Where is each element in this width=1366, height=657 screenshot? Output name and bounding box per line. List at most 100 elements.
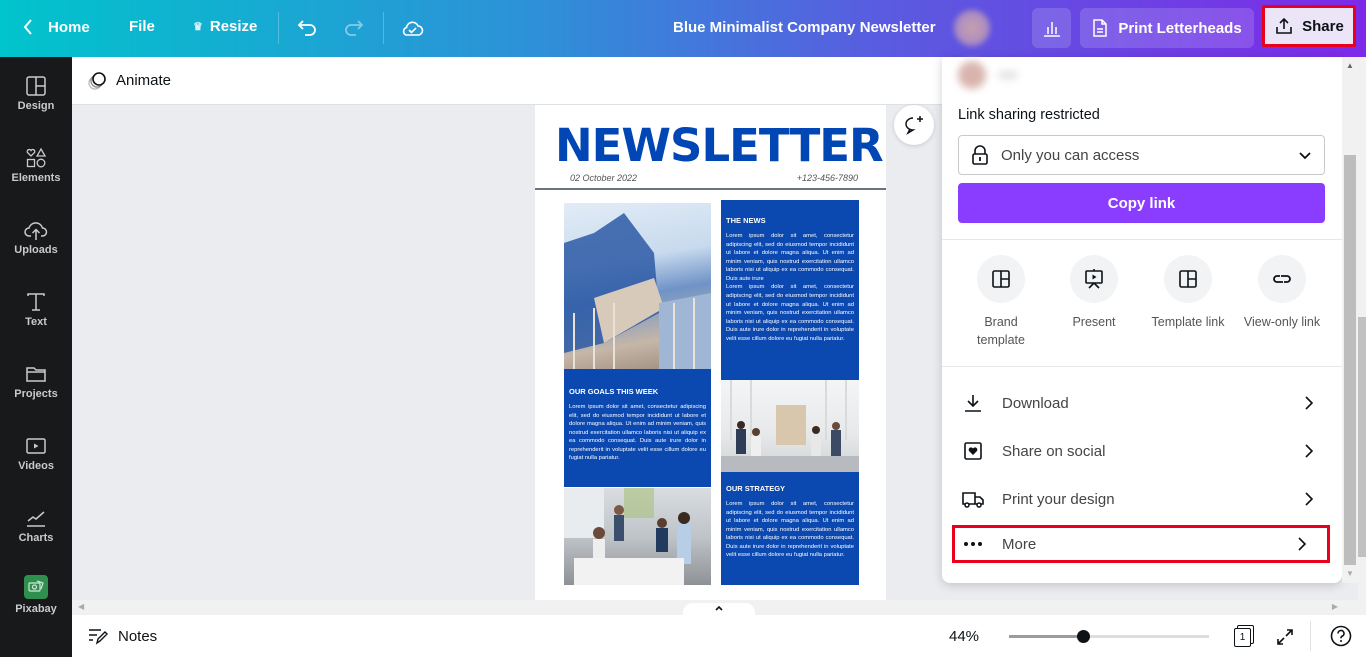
sidebar-item-elements[interactable]: Elements — [0, 147, 72, 184]
top-bar: Home File ♛ Resize Blue Minimalist Compa… — [0, 0, 1366, 57]
shapes-icon — [26, 147, 47, 168]
option-label: View-only link — [1243, 315, 1321, 329]
access-dropdown[interactable]: Only you can access — [958, 135, 1325, 175]
zoom-percentage[interactable]: 44% — [949, 628, 979, 645]
newsletter-date[interactable]: 02 October 2022 — [570, 173, 637, 183]
view-only-link-option[interactable]: View-only link — [1235, 255, 1329, 331]
option-label: Template link — [1151, 315, 1225, 329]
newsletter-title[interactable]: NEWSLETTER — [555, 119, 884, 172]
scroll-right-arrow[interactable]: ▶ — [1332, 602, 1338, 611]
sidebar-item-label: Text — [25, 316, 47, 328]
newsletter-phone[interactable]: +123-456-7890 — [797, 173, 858, 183]
news-text-1: Lorem ipsum dolor sit amet, consectetur … — [726, 233, 854, 282]
news-section[interactable]: THE NEWS Lorem ipsum dolor sit amet, con… — [721, 200, 859, 380]
text-icon — [27, 293, 45, 311]
document-title[interactable]: Blue Minimalist Company Newsletter — [673, 19, 936, 36]
sidebar-item-uploads[interactable]: Uploads — [0, 219, 72, 256]
sidebar-item-charts[interactable]: Charts — [0, 507, 72, 544]
brand-template-option[interactable]: Brand template — [954, 255, 1048, 349]
option-label: Present — [1072, 315, 1116, 329]
scroll-down-arrow[interactable]: ▼ — [1346, 569, 1354, 578]
chevron-down-icon — [1299, 152, 1311, 160]
header-rule — [535, 188, 886, 190]
bar-chart-icon — [1043, 22, 1060, 37]
print-letterheads-button[interactable]: Print Letterheads — [1080, 8, 1254, 48]
share-button[interactable]: Share — [1262, 5, 1356, 47]
share-on-social-row[interactable]: Share on social — [958, 429, 1328, 473]
meeting-photo[interactable] — [564, 488, 711, 585]
download-icon — [965, 395, 981, 412]
present-option[interactable]: Present — [1047, 255, 1141, 331]
animate-button[interactable]: Animate — [86, 70, 171, 92]
editor-toolbar: Animate — [72, 57, 942, 105]
sidebar-item-projects[interactable]: Projects — [0, 363, 72, 400]
divider — [383, 12, 384, 44]
comment-plus-icon — [905, 116, 923, 135]
chart-line-icon — [27, 511, 45, 527]
redo-icon[interactable] — [343, 17, 365, 39]
layout-icon — [1179, 270, 1197, 288]
crown-icon: ♛ — [193, 21, 203, 33]
sidebar-item-label: Pixabay — [15, 603, 57, 615]
cloud-upload-icon — [24, 222, 48, 240]
share-label: Share — [1302, 17, 1344, 35]
sidebar-item-design[interactable]: Design — [0, 75, 72, 112]
scroll-up-arrow[interactable]: ▲ — [1346, 61, 1354, 70]
link-icon — [1273, 275, 1291, 283]
heart-box-icon — [964, 442, 982, 460]
sidebar-item-text[interactable]: Text — [0, 291, 72, 328]
sidebar-item-label: Elements — [11, 172, 61, 184]
download-row[interactable]: Download — [958, 381, 1328, 425]
row-label: Share on social — [1002, 442, 1106, 460]
presentation-icon — [1085, 269, 1103, 289]
design-page[interactable]: NEWSLETTER 02 October 2022 +123-456-7890… — [535, 105, 886, 600]
insights-button[interactable] — [1032, 8, 1071, 48]
file-menu[interactable]: File — [129, 18, 155, 35]
layout-icon — [26, 76, 46, 96]
zoom-slider[interactable] — [1009, 630, 1209, 643]
copy-link-button[interactable]: Copy link — [958, 183, 1325, 223]
canvas-scrollbar[interactable] — [1358, 57, 1366, 600]
zoom-slider-thumb[interactable] — [1077, 630, 1090, 643]
scroll-left-arrow[interactable]: ◀ — [78, 602, 84, 611]
sidebar-item-pixabay[interactable]: Pixabay — [0, 575, 72, 615]
news-text-2: Lorem ipsum dolor sit amet, consectetur … — [726, 284, 854, 342]
fullscreen-icon[interactable] — [1275, 627, 1295, 647]
home-button[interactable]: Home — [22, 18, 90, 36]
office-photo[interactable] — [721, 380, 859, 472]
cloud-saved-icon[interactable] — [400, 16, 424, 40]
share-panel: Link sharing restricted Only you can acc… — [942, 57, 1342, 583]
help-icon[interactable] — [1330, 625, 1352, 647]
sidebar-item-videos[interactable]: Videos — [0, 435, 72, 472]
option-label: Brand template — [977, 315, 1025, 348]
undo-icon[interactable] — [296, 17, 318, 39]
home-label: Home — [48, 18, 90, 36]
panel-scrollbar[interactable]: ▲ ▼ — [1342, 57, 1358, 583]
divider — [278, 12, 279, 44]
notes-button[interactable]: Notes — [88, 627, 157, 645]
avatar[interactable] — [954, 10, 990, 46]
more-row[interactable]: More — [952, 525, 1330, 563]
chevron-right-icon — [1305, 492, 1314, 506]
print-letterheads-label: Print Letterheads — [1118, 19, 1242, 37]
goals-section[interactable]: OUR GOALS THIS WEEK Lorem ipsum dolor si… — [564, 369, 711, 487]
page-count: 1 — [1234, 628, 1251, 647]
sidebar-item-label: Videos — [18, 460, 54, 472]
template-link-option[interactable]: Template link — [1141, 255, 1235, 331]
lock-icon — [972, 145, 988, 165]
print-your-design-row[interactable]: Print your design — [958, 477, 1328, 521]
resize-button[interactable]: ♛ Resize — [193, 18, 257, 35]
zoom-slider-fill — [1009, 635, 1083, 638]
folder-icon — [26, 367, 46, 382]
goals-heading: OUR GOALS THIS WEEK — [569, 387, 659, 396]
strategy-heading: OUR STRATEGY — [726, 484, 786, 493]
bottom-bar: Notes 44% 1 — [72, 615, 1366, 657]
sidebar-item-label: Charts — [18, 532, 54, 544]
building-photo[interactable] — [564, 203, 711, 369]
page-count-button[interactable]: 1 — [1234, 625, 1256, 647]
strategy-section[interactable]: OUR STRATEGY Lorem ipsum dolor sit amet,… — [721, 472, 859, 585]
scrollbar-thumb[interactable] — [1344, 155, 1356, 565]
pixabay-icon — [24, 575, 48, 599]
add-comment-button[interactable] — [894, 105, 934, 145]
document-icon — [1093, 19, 1108, 37]
